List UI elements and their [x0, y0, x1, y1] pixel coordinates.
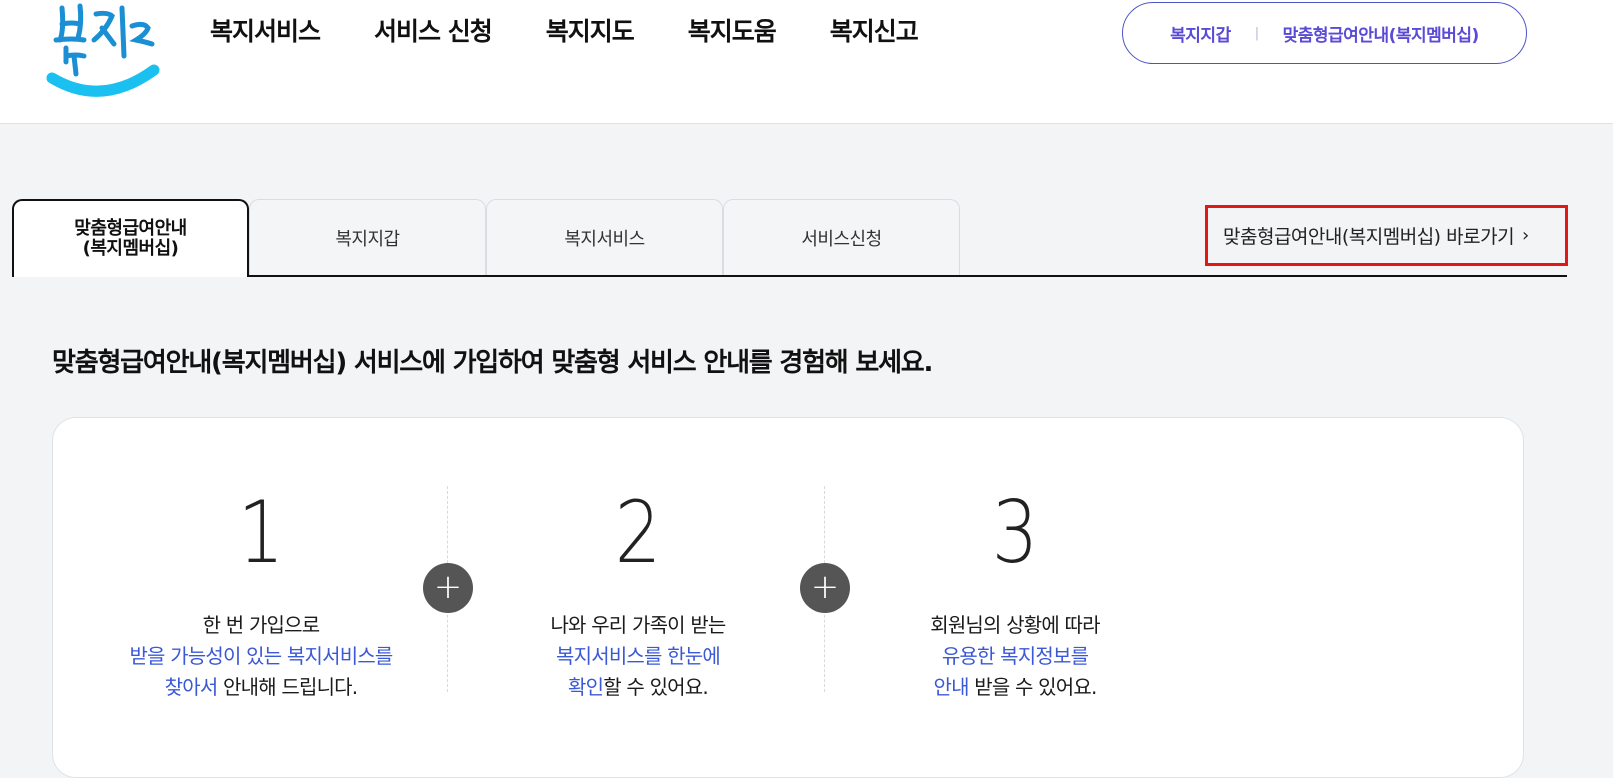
step-line: 찾아서 안내해 드립니다. — [71, 672, 451, 703]
tab-membership-line2: (복지멤버십) — [82, 238, 179, 259]
step-description: 회원님의 상황에 따라 유용한 복지정보를 안내 받을 수 있어요. — [825, 610, 1205, 703]
step-highlight: 안내 — [933, 675, 969, 699]
step-description: 한 번 가입으로 받을 가능성이 있는 복지서비스를 찾아서 안내해 드립니다. — [71, 610, 451, 703]
step-line: 확인할 수 있어요. — [448, 672, 828, 703]
util-menu: 복지지갑 | 맞춤형급여안내(복지멤버십) — [1122, 2, 1527, 64]
nav-welfare-service[interactable]: 복지서비스 — [210, 14, 321, 50]
step-line-highlight: 유용한 복지정보를 — [941, 644, 1089, 668]
tab-membership[interactable]: 맞춤형급여안내 (복지멤버십) — [12, 199, 249, 277]
tab-membership-line1: 맞춤형급여안내 — [74, 218, 187, 239]
step-text: 안내해 드립니다. — [217, 675, 358, 699]
nav-service-apply[interactable]: 서비스 신청 — [374, 14, 493, 50]
nav-welfare-help[interactable]: 복지도움 — [688, 14, 777, 50]
nav-welfare-map[interactable]: 복지지도 — [546, 14, 635, 50]
bokjiro-logo[interactable] — [46, 0, 162, 104]
chevron-right-icon: › — [1522, 225, 1529, 246]
step-number: 1 — [237, 483, 285, 583]
step-line: 안내 받을 수 있어요. — [825, 672, 1205, 703]
tab-wallet[interactable]: 복지지갑 — [249, 199, 486, 276]
step-3: 3 회원님의 상황에 따라 유용한 복지정보를 안내 받을 수 있어요. — [825, 418, 1205, 703]
steps-card: 1 한 번 가입으로 받을 가능성이 있는 복지서비스를 찾아서 안내해 드립니… — [52, 417, 1524, 778]
step-text: 할 수 있어요. — [603, 675, 708, 699]
page-headline: 맞춤형급여안내(복지멤버십) 서비스에 가입하여 맞춤형 서비스 안내를 경험해… — [52, 348, 933, 378]
step-description: 나와 우리 가족이 받는 복지서비스를 한눈에 확인할 수 있어요. — [448, 610, 828, 703]
step-line: 한 번 가입으로 — [202, 613, 321, 637]
nav-welfare-report[interactable]: 복지신고 — [830, 14, 919, 50]
membership-shortcut-link[interactable]: 맞춤형급여안내(복지멤버십) 바로가기 › — [1205, 205, 1568, 266]
site-header: 복지서비스 서비스 신청 복지지도 복지도움 복지신고 복지지갑 | 맞춤형급여… — [0, 0, 1613, 124]
step-number: 3 — [991, 483, 1039, 583]
step-line-highlight: 받을 가능성이 있는 복지서비스를 — [129, 644, 393, 668]
shortcut-label: 맞춤형급여안내(복지멤버십) 바로가기 — [1223, 226, 1515, 248]
util-membership-link[interactable]: 맞춤형급여안내(복지멤버십) — [1283, 21, 1480, 46]
step-highlight: 확인 — [568, 675, 604, 699]
step-line: 회원님의 상황에 따라 — [930, 613, 1100, 637]
util-separator: | — [1254, 25, 1259, 41]
main-nav: 복지서비스 서비스 신청 복지지도 복지도움 복지신고 — [210, 14, 972, 50]
step-highlight: 찾아서 — [164, 675, 219, 699]
step-line-highlight: 복지서비스를 한눈에 — [556, 644, 721, 668]
step-text: 받을 수 있어요. — [968, 675, 1097, 699]
step-number: 2 — [614, 483, 662, 583]
step-line: 나와 우리 가족이 받는 — [550, 613, 726, 637]
tab-welfare-service[interactable]: 복지서비스 — [486, 199, 723, 276]
step-1: 1 한 번 가입으로 받을 가능성이 있는 복지서비스를 찾아서 안내해 드립니… — [71, 418, 451, 703]
util-wallet-link[interactable]: 복지지갑 — [1170, 21, 1231, 46]
tab-service-apply[interactable]: 서비스신청 — [723, 199, 960, 276]
step-2: 2 나와 우리 가족이 받는 복지서비스를 한눈에 확인할 수 있어요. — [448, 418, 828, 703]
